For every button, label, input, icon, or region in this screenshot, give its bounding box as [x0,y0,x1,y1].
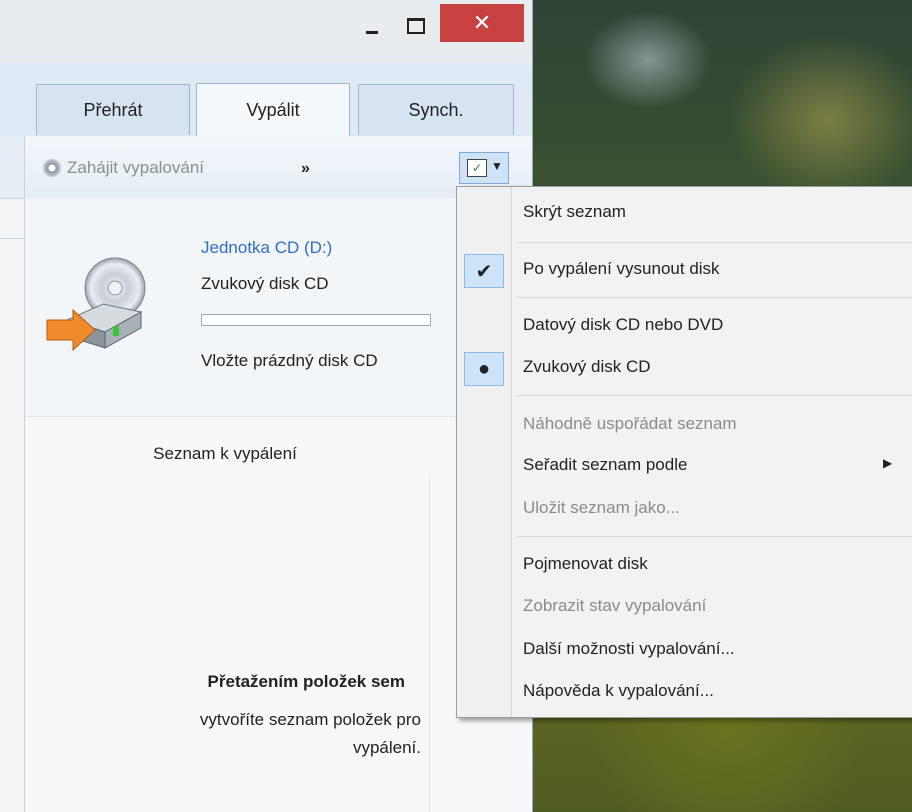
menu-item-label: Zvukový disk CD [523,357,651,376]
menu-item-show-burn-status: Zobrazit stav vypalování [457,585,912,629]
burn-progress-bar [201,314,431,326]
close-icon: ✕ [472,10,492,35]
menu-item-audio-cd[interactable]: ● Zvukový disk CD [457,346,912,390]
start-burn-label: Zahájit vypalování [67,158,205,177]
tab-label: Synch. [408,99,464,120]
menu-item-label: Seřadit seznam podle [523,455,688,474]
maximize-button[interactable] [396,8,436,44]
library-row-edge [0,198,24,239]
menu-separator [517,395,912,396]
menu-item-label: Nápověda k vypalování... [523,681,714,700]
menu-separator [517,242,912,243]
checklist-icon: ✓ [467,159,487,177]
checkmark-icon: ✔ [464,254,504,288]
menu-separator [517,536,912,537]
tab-burn[interactable]: Vypálit [196,83,350,136]
media-player-window: ✕ Přehrát Vypálit Synch. Zahájit vypalov… [0,0,533,812]
more-options-button[interactable]: » [301,160,310,178]
menu-item-data-disc[interactable]: Datový disk CD nebo DVD [457,304,912,348]
menu-item-label: Náhodně uspořádat seznam [523,414,737,433]
menu-item-name-disc[interactable]: Pojmenovat disk [457,543,912,587]
menu-separator [517,297,912,298]
drop-hint-line: vytvoříte seznam položek pro [199,710,421,729]
burn-list-title: Seznam k vypálení [153,444,297,463]
burn-options-menu: Skrýt seznam ✔ Po vypálení vysunout disk… [456,186,912,718]
menu-item-save-list-as: Uložit seznam jako... [457,487,912,531]
tab-label: Přehrát [83,99,143,120]
tab-sync[interactable]: Synch. [358,84,514,135]
drop-hint-text: vytvoříte seznam položek pro vypálení. [125,706,425,762]
menu-item-label: Uložit seznam jako... [523,498,680,517]
minimize-button[interactable] [352,8,392,44]
start-burn-button[interactable]: Zahájit vypalování [43,158,204,178]
close-button[interactable]: ✕ [440,4,524,42]
cd-drive-icon [46,257,146,352]
menu-item-label: Po vypálení vysunout disk [523,259,720,278]
menu-item-burn-help[interactable]: Nápověda k vypalování... [457,670,912,714]
menu-item-label: Další možnosti vypalování... [523,639,735,658]
radio-bullet-icon: ● [464,352,504,386]
insert-disc-hint: Vložte prázdný disk CD [201,351,378,370]
menu-item-label: Datový disk CD nebo DVD [523,315,724,334]
minimize-icon [366,30,378,34]
tab-bar: Přehrát Vypálit Synch. [0,62,532,137]
library-pane-edge [0,136,25,812]
tab-label: Vypálit [246,99,300,120]
submenu-arrow-icon: ▶ [883,456,893,470]
maximize-icon [407,18,425,34]
drop-hint-heading: Přetažením položek sem [207,672,405,691]
menu-item-label: Pojmenovat disk [523,554,648,573]
menu-item-label: Zobrazit stav vypalování [523,596,707,615]
burn-options-button[interactable]: ✓ ▼ [459,152,509,184]
tab-play[interactable]: Přehrát [36,84,190,135]
menu-item-shuffle-list: Náhodně uspořádat seznam [457,403,912,447]
drive-name-link[interactable]: Jednotka CD (D:) [201,238,332,258]
chevron-down-icon: ▼ [491,159,503,173]
disc-icon [43,159,61,177]
menu-item-label: Skrýt seznam [523,202,626,221]
list-divider [429,476,430,812]
library-toolbar-edge [0,136,24,199]
menu-item-sort-list[interactable]: Seřadit seznam podle ▶ [457,444,912,488]
menu-item-hide-list[interactable]: Skrýt seznam [457,191,912,235]
drop-hint-line: vypálení. [352,738,421,757]
title-bar: ✕ [0,0,532,62]
menu-item-eject-after-burn[interactable]: ✔ Po vypálení vysunout disk [457,248,912,292]
menu-item-more-burn-options[interactable]: Další možnosti vypalování... [457,628,912,672]
disc-type: Zvukový disk CD [201,274,329,293]
